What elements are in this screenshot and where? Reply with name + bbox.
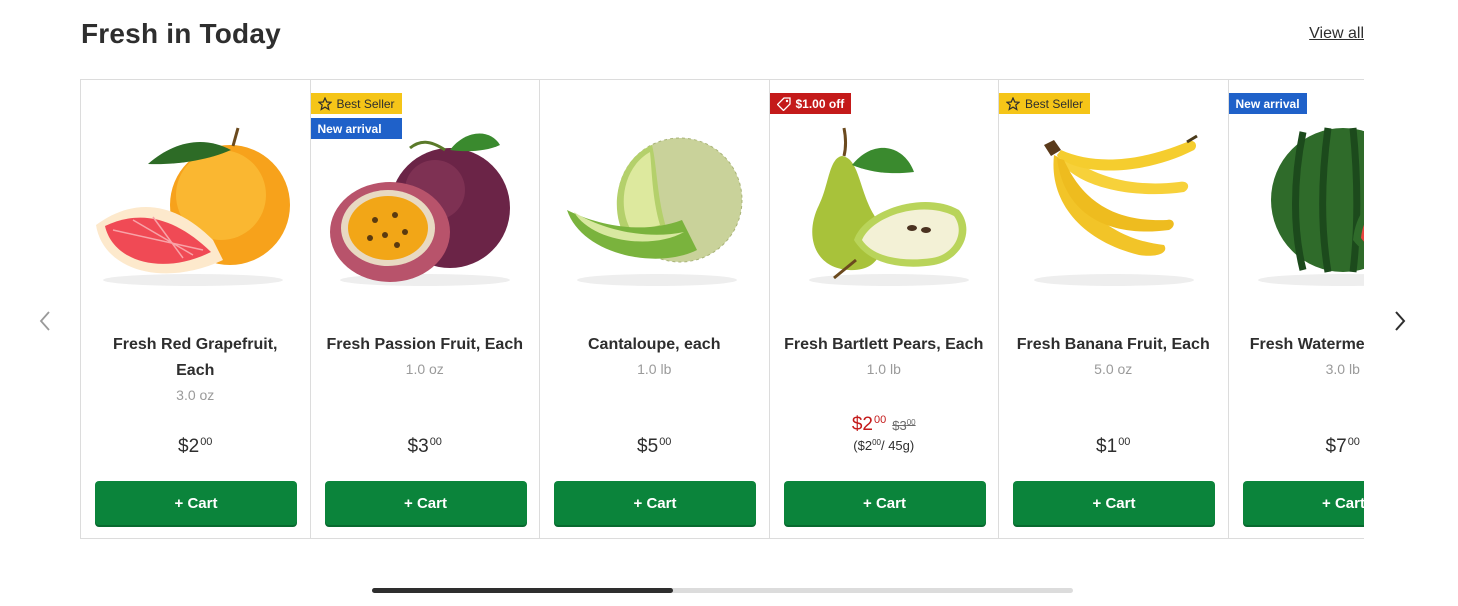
product-price: $300	[408, 436, 442, 457]
banana-image	[1033, 134, 1198, 286]
product-card[interactable]: $1.00 off Fresh Bartlett Pears, Each 1.0…	[769, 80, 999, 538]
price-block: $100	[999, 436, 1228, 458]
price-block: $200 $300 ($200/ 45g)	[770, 414, 999, 453]
product-name[interactable]: Fresh Watermelon, Each 3.0 lb	[1243, 332, 1364, 380]
price-cents: 00	[874, 414, 887, 426]
best-seller-badge: Best Seller	[999, 93, 1091, 114]
price-block: $200	[81, 436, 310, 458]
product-price: $100	[1096, 436, 1130, 457]
carousel-track: Fresh Red Grapefruit, Each 3.0 oz $200 +…	[81, 80, 1364, 538]
star-icon	[1006, 96, 1020, 111]
add-to-cart-button[interactable]: + Cart	[324, 481, 527, 525]
badge-label: Best Seller	[336, 96, 395, 111]
star-icon	[317, 96, 332, 111]
unit-price-cents: 00	[872, 438, 881, 447]
product-size: 1.0 lb	[637, 361, 672, 377]
product-size: 3.0 oz	[176, 387, 215, 403]
watermelon-image	[1258, 127, 1364, 286]
product-size: 5.0 oz	[1094, 361, 1133, 377]
unit-price-open: ($2	[853, 438, 873, 453]
old-price-cents: 00	[906, 418, 916, 427]
price-dollars: $2	[851, 414, 873, 435]
best-seller-badge: Best Seller	[310, 93, 402, 114]
product-carousel: Fresh Red Grapefruit, Each 3.0 oz $200 +…	[80, 79, 1364, 539]
passion-fruit-image	[330, 133, 510, 286]
new-arrival-badge: New arrival	[1228, 93, 1307, 114]
price-dollars: $1	[1096, 436, 1118, 457]
product-card[interactable]: Cantaloupe, each 1.0 lb $500 + Cart	[540, 80, 770, 538]
product-card[interactable]: Fresh Red Grapefruit, Each 3.0 oz $200 +…	[81, 80, 311, 538]
badge-label: $1.00 off	[795, 96, 845, 111]
badge-group: $1.00 off	[769, 93, 852, 114]
price-block: $300	[311, 436, 540, 458]
product-name-text[interactable]: Fresh Watermelon, Each	[1250, 336, 1364, 353]
product-image[interactable]	[1229, 110, 1364, 300]
price-dollars: $3	[407, 436, 429, 457]
product-image[interactable]	[999, 110, 1228, 300]
product-name-text[interactable]: Fresh Passion Fruit, Each	[327, 336, 524, 353]
section-title: Fresh in Today	[81, 18, 281, 49]
product-size: 3.0 lb	[1325, 361, 1360, 377]
grapefruit-image	[96, 127, 290, 286]
product-card[interactable]: Best Seller New arrival Fresh Passion Fr…	[310, 80, 540, 538]
add-to-cart-button[interactable]: + Cart	[1242, 481, 1364, 525]
price-cents: 00	[200, 436, 213, 448]
product-size: 1.0 lb	[866, 361, 901, 377]
chevron-left-icon	[39, 311, 50, 331]
product-name[interactable]: Cantaloupe, each 1.0 lb	[554, 332, 755, 380]
add-to-cart-button[interactable]: + Cart	[554, 481, 756, 525]
product-price: $200	[178, 436, 212, 457]
product-name[interactable]: Fresh Bartlett Pears, Each 1.0 lb	[784, 332, 985, 380]
price-dollars: $7	[1325, 436, 1347, 457]
product-name[interactable]: Fresh Banana Fruit, Each 5.0 oz	[1013, 332, 1214, 380]
cantaloupe-image	[567, 137, 743, 286]
deal-badge: $1.00 off	[769, 93, 852, 114]
sale-price: $200	[852, 414, 886, 435]
product-card[interactable]: Best Seller Fresh Banana Fruit, Each 5.0…	[999, 80, 1229, 538]
unit-price-rest: / 45g)	[880, 438, 915, 453]
price-tag-icon	[776, 96, 791, 111]
badge-group: Best Seller	[999, 93, 1091, 114]
carousel-prev-button[interactable]	[30, 306, 60, 336]
pear-image	[809, 127, 969, 286]
view-all-link[interactable]: View all	[1309, 25, 1364, 43]
price-dollars: $2	[178, 436, 200, 457]
product-price: $500	[637, 436, 671, 457]
product-image[interactable]	[81, 110, 310, 300]
product-name[interactable]: Fresh Red Grapefruit, Each 3.0 oz	[95, 332, 296, 406]
badge-label: Best Seller	[1025, 96, 1084, 111]
unit-price: ($200/ 45g)	[770, 438, 999, 453]
carousel-next-button[interactable]	[1385, 306, 1415, 336]
product-image[interactable]	[540, 110, 769, 300]
product-image[interactable]	[770, 110, 999, 300]
chevron-right-icon	[1395, 311, 1406, 331]
price-dollars: $5	[637, 436, 659, 457]
price-block: $700	[1229, 436, 1365, 458]
product-card[interactable]: New arrival Fresh Watermelon, Each 3.0 l…	[1228, 80, 1365, 538]
product-size: 1.0 oz	[405, 361, 444, 377]
price-cents: 00	[659, 436, 672, 448]
product-name-text[interactable]: Cantaloupe, each	[588, 336, 720, 353]
product-name-text[interactable]: Fresh Banana Fruit, Each	[1017, 336, 1210, 353]
price-cents: 00	[429, 436, 442, 448]
old-price-dollars: $3	[892, 418, 907, 433]
original-price: $300	[892, 418, 915, 433]
price-cents: 00	[1118, 436, 1131, 448]
badge-group: New arrival	[1228, 93, 1307, 114]
price-block: $500	[540, 436, 769, 458]
product-name-text[interactable]: Fresh Bartlett Pears, Each	[784, 336, 983, 353]
new-arrival-badge: New arrival	[310, 118, 402, 139]
carousel-scrollbar[interactable]	[372, 588, 1073, 593]
price-cents: 00	[1347, 436, 1360, 448]
scrollbar-thumb[interactable]	[372, 588, 674, 593]
add-to-cart-button[interactable]: + Cart	[95, 481, 297, 525]
badge-group: Best Seller New arrival	[310, 93, 402, 139]
add-to-cart-button[interactable]: + Cart	[1013, 481, 1215, 525]
add-to-cart-button[interactable]: + Cart	[783, 481, 986, 525]
product-name-text[interactable]: Fresh Red Grapefruit, Each	[113, 336, 277, 379]
product-price: $700	[1326, 436, 1360, 457]
product-name[interactable]: Fresh Passion Fruit, Each 1.0 oz	[325, 332, 526, 380]
